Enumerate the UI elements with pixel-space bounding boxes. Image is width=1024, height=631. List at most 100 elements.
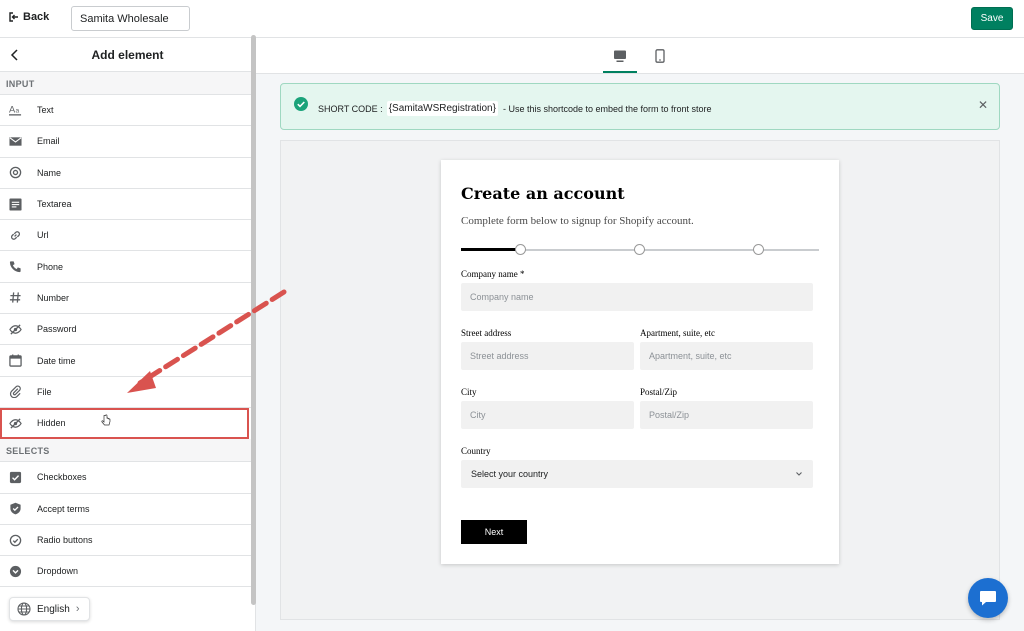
progress-fill [461,248,519,251]
eye-off-icon [9,418,22,429]
sidebar-item-file[interactable]: File [0,376,255,408]
hand-cursor-icon [101,414,111,426]
apartment-label: Apartment, suite, etc [640,328,715,338]
svg-text:a: a [16,107,20,114]
sidebar-item-checkboxes[interactable]: Checkboxes [0,462,255,494]
textarea-icon [9,197,22,211]
calendar-icon [9,354,22,367]
sidebar-item-email[interactable]: Email [0,126,255,158]
country-select-value: Select your country [471,469,549,479]
sidebar-item-dropdown[interactable]: Dropdown [0,556,255,588]
sidebar-item-label: Phone [37,261,64,272]
registration-form-preview: Create an account Complete form below to… [441,160,839,564]
back-button[interactable]: Back [8,11,49,23]
country-label: Country [461,446,491,456]
sidebar-item-label: Date time [37,355,76,366]
close-icon[interactable]: ✕ [978,98,988,112]
chevron-circle-icon [9,565,22,577]
postal-zip-label: Postal/Zip [640,387,678,397]
shortcode-banner: SHORT CODE : {SamitaWSRegistration} - Us… [280,83,1000,130]
sidebar-scrollbar[interactable] [251,35,256,605]
sidebar-item-radio-buttons[interactable]: Radio buttons [0,524,255,557]
step-dot [515,244,526,255]
sidebar-item-hidden[interactable]: Hidden [0,407,249,440]
sidebar-item-phone[interactable]: Phone [0,251,255,283]
sidebar-item-text[interactable]: Aa Text [0,95,255,127]
form-name-input[interactable] [71,6,190,31]
sidebar-item-date-time[interactable]: Date time [0,345,255,377]
company-name-label: Company name * [461,269,525,279]
check-circle-icon [294,97,308,111]
sidebar-item-label: Name [37,167,62,178]
top-bar: Back Save [0,0,1024,38]
sidebar-item-accept-terms[interactable]: Accept terms [0,493,255,525]
section-label-input: INPUT [0,72,255,95]
sidebar-header: Add element [0,38,255,72]
sidebar-item-label: Text [37,105,54,116]
step-dot [753,244,764,255]
chevron-right-icon: › [75,603,80,615]
device-preview-bar [256,38,1024,74]
shortcode-value[interactable]: {SamitaWSRegistration} [386,101,498,116]
sidebar-item-label: Hidden [37,418,66,429]
language-selector[interactable]: English › [9,597,90,621]
sidebar-item-label: Email [37,136,60,147]
street-address-input[interactable] [461,342,634,370]
sidebar-item-label: Password [37,324,77,335]
sidebar-item-label: File [37,386,52,397]
country-select[interactable]: Select your country [461,460,813,488]
sidebar-item-number[interactable]: Number [0,282,255,315]
phone-icon [9,261,21,273]
sidebar-item-label: Url [37,230,49,241]
mobile-icon [655,49,665,63]
language-label: English [37,603,70,615]
form-subtitle: Complete form below to signup for Shopif… [461,215,694,227]
shield-check-icon [10,502,21,515]
desktop-view-toggle[interactable] [603,46,637,73]
sidebar-item-password[interactable]: Password [0,314,255,346]
shortcode-text: SHORT CODE : {SamitaWSRegistration} - Us… [318,101,712,116]
sidebar-item-label: Dropdown [37,566,79,577]
link-icon [11,231,20,240]
step-progress [461,244,819,256]
eye-off-icon [9,324,22,335]
chat-bubble-icon [980,591,996,606]
shortcode-prefix: SHORT CODE : [318,103,383,114]
sidebar-item-label: Radio buttons [37,535,93,545]
mobile-view-toggle[interactable] [643,46,677,73]
sidebar-item-label: Number [37,292,70,303]
sidebar-item-label: Textarea [37,199,72,210]
checkbox-icon [9,471,22,483]
form-title: Create an account [461,184,625,203]
hash-icon [9,292,21,304]
element-sidebar: Add element INPUT Aa Text Email Name Tex… [0,38,256,631]
at-sign-icon [9,166,22,179]
sidebar-item-textarea[interactable]: Textarea [0,188,255,221]
desktop-icon [614,50,626,62]
sidebar-item-url[interactable]: Url [0,220,255,252]
sidebar-item-name[interactable]: Name [0,157,255,189]
radio-icon [9,534,22,546]
company-name-input[interactable] [461,283,813,311]
back-label: Back [23,11,50,23]
section-label-selects: SELECTS [0,439,255,463]
next-button[interactable]: Next [461,520,527,544]
exit-arrow-icon [9,12,18,22]
shortcode-suffix: - Use this shortcode to embed the form t… [502,103,712,114]
save-button[interactable]: Save [971,7,1013,30]
apartment-input[interactable] [640,342,813,370]
postal-zip-input[interactable] [640,401,813,429]
street-address-label: Street address [461,328,512,338]
city-input[interactable] [461,401,634,429]
chat-support-button[interactable] [968,578,1008,618]
paperclip-icon [9,385,21,399]
envelope-icon [9,137,22,146]
text-format-icon: Aa [9,104,22,116]
city-label: City [461,387,477,397]
globe-icon [17,602,31,616]
sidebar-item-label: Accept terms [37,503,90,514]
step-dot [634,244,645,255]
sidebar-title: Add element [91,48,164,62]
sidebar-item-label: Checkboxes [37,472,87,483]
chevron-down-icon [796,472,802,476]
